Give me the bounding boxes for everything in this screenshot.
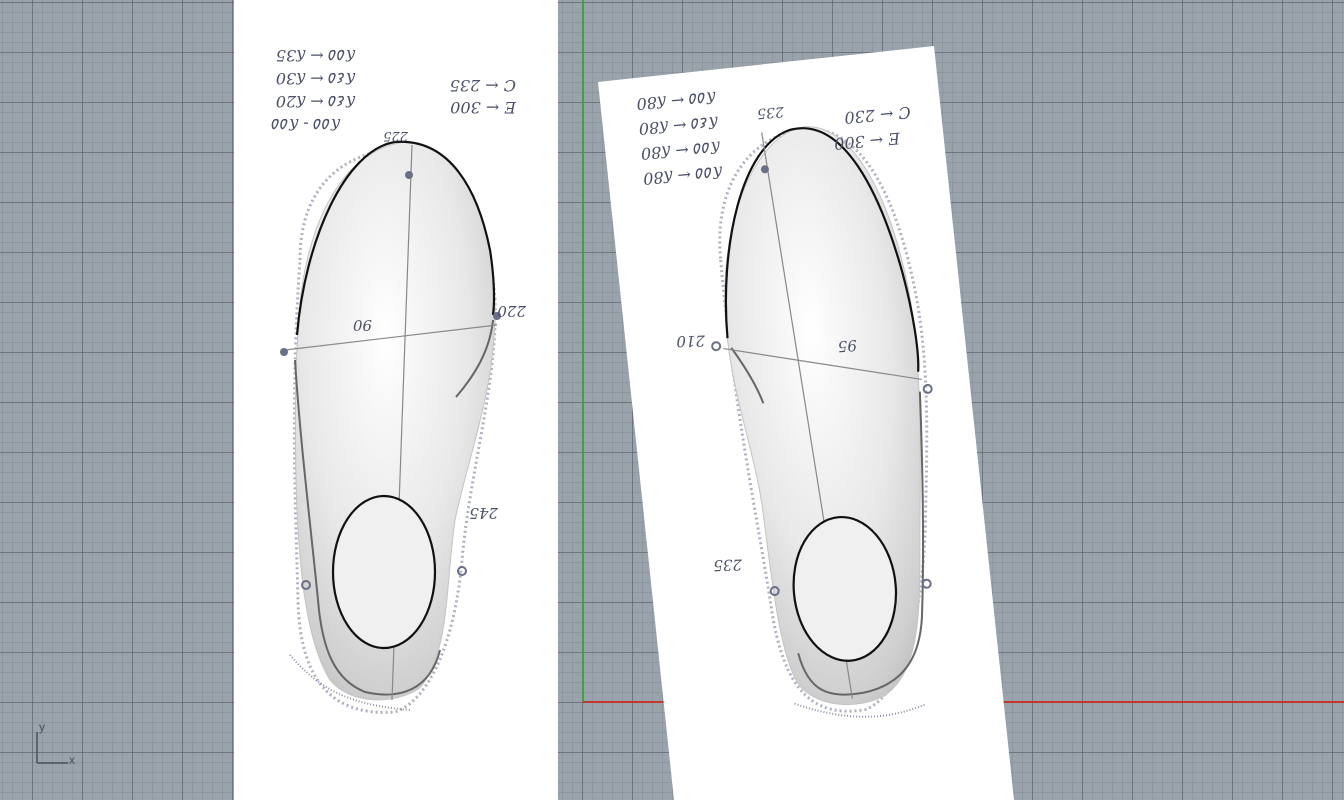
axis-widget: y x xyxy=(30,718,90,768)
left-heel-cup[interactable] xyxy=(331,494,437,650)
left-note-1: ʎ٥٥ ← ʎ35 xyxy=(276,46,356,65)
left-width-mark: 90 xyxy=(352,316,372,334)
right-heel-mark: 235 xyxy=(713,555,743,574)
left-heel-mark: 245 xyxy=(469,504,499,522)
left-point-toe[interactable] xyxy=(405,171,413,179)
left-note-2: ʎ٤٥ ← ʎ30 xyxy=(276,69,356,88)
left-note-3: ʎ٤٥ ← ʎ20 xyxy=(276,92,356,111)
left-side-note-c: C ← 235 xyxy=(450,76,516,95)
left-sheet[interactable]: ʎ٥٥ ← ʎ35 ʎ٤٥ ← ʎ30 ʎ٤٥ ← ʎ20 ʎ٥٥ - ʎ٥٥ … xyxy=(234,0,558,800)
left-note-4: ʎ٥٥ - ʎ٥٥ xyxy=(272,115,341,134)
right-width-mark: 95 xyxy=(837,336,858,356)
axis-y-label: y xyxy=(39,720,45,734)
right-toe-mark: 235 xyxy=(756,103,785,121)
left-toe-mark: 225 xyxy=(383,128,409,143)
viewport-canvas[interactable]: ʎ٥٥ ← ʎ35 ʎ٤٥ ← ʎ30 ʎ٤٥ ← ʎ20 ʎ٥٥ - ʎ٥٥ … xyxy=(0,0,1344,800)
left-point-medial[interactable] xyxy=(280,348,288,356)
right-sheet[interactable]: ʎ٥٥ ← ʎ80 ʎ٤٥ ← ʎ80 ʎ٥٥ ← ʎ80 ʎ٥٥ ← ʎ80 … xyxy=(598,46,1014,800)
axis-x-label: x xyxy=(69,753,75,767)
left-side-note-e: E ← 300 xyxy=(450,98,517,117)
right-left-mark: 210 xyxy=(676,331,707,350)
left-right-mark: 220 xyxy=(497,302,527,320)
